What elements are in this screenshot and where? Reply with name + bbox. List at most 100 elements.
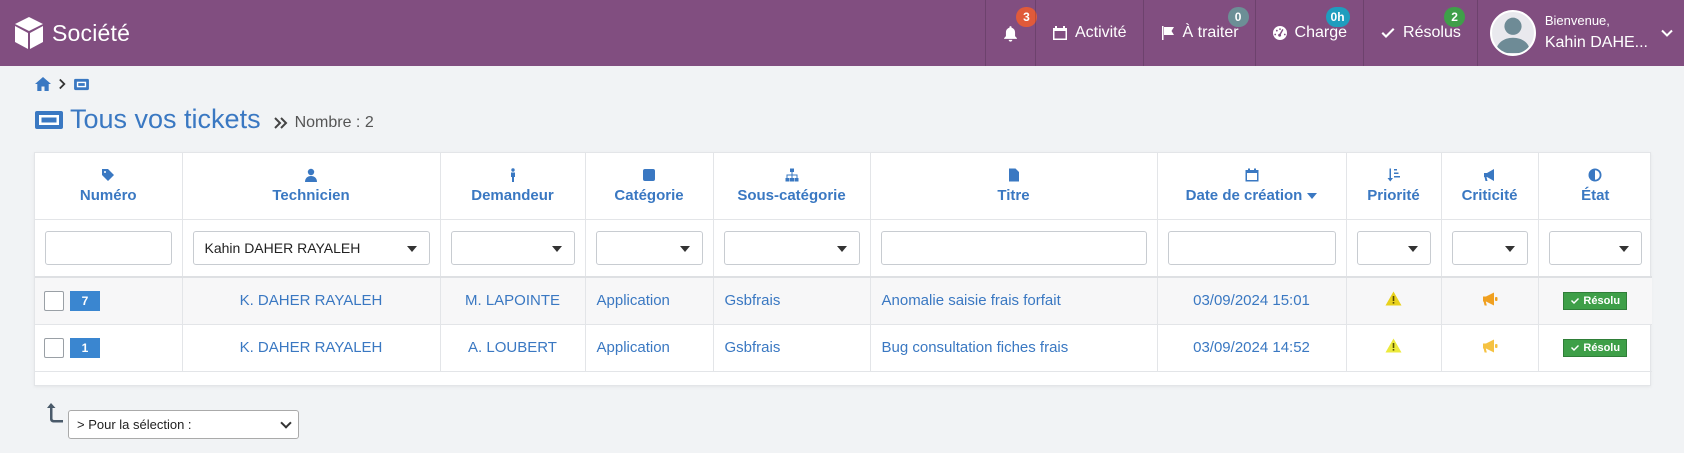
col-etat-label: État: [1581, 186, 1610, 204]
table-row[interactable]: 1 K. DAHER RAYALEH A. LOUBERT Applicatio…: [35, 324, 1652, 372]
table-row[interactable]: 7 K. DAHER RAYALEH M. LAPOINTE Applicati…: [35, 277, 1652, 325]
user-avatar-icon: [1495, 17, 1531, 53]
nav-activite[interactable]: Activité: [1034, 0, 1143, 66]
status-badge: Résolu: [1563, 291, 1628, 310]
bullhorn-icon: [1482, 292, 1497, 306]
col-criticite[interactable]: Criticité: [1441, 153, 1539, 220]
user-greeting: Bienvenue,: [1544, 13, 1610, 29]
user-icon: [305, 168, 317, 182]
person-icon: [510, 168, 515, 182]
col-technicien-label: Technicien: [272, 186, 350, 204]
nav-charge[interactable]: Charge 0h: [1254, 0, 1363, 66]
check-icon: [1381, 28, 1395, 38]
bulk-actions: > Pour la sélection :: [46, 402, 299, 439]
filter-row: Kahin DAHER RAYALEH: [35, 219, 1652, 278]
cell-demandeur[interactable]: M. LAPOINTE: [440, 277, 586, 325]
resolus-badge: 2: [1444, 7, 1466, 27]
bulk-action-select[interactable]: > Pour la sélection :: [68, 410, 299, 439]
chevron-right-icon: [59, 78, 66, 90]
col-demandeur[interactable]: Demandeur: [440, 153, 586, 220]
filter-priorite-select[interactable]: [1356, 230, 1431, 265]
filter-criticite-select[interactable]: [1451, 230, 1528, 265]
cell-sous-categorie[interactable]: Gsbfrais: [713, 324, 871, 372]
chevron-down-icon: [1661, 29, 1673, 37]
avatar: [1489, 10, 1536, 56]
cell-date[interactable]: 03/09/2024 15:01: [1157, 277, 1347, 325]
nav-a-traiter-label: À traiter: [1182, 24, 1239, 41]
status-label: Résolu: [1583, 341, 1621, 354]
tag-icon: [102, 168, 115, 181]
col-date-creation-label: Date de création: [1185, 186, 1303, 204]
bullhorn-icon: [1482, 339, 1497, 352]
notifications-button[interactable]: 3: [984, 0, 1037, 66]
calendar-icon: [1052, 26, 1067, 40]
col-sous-categorie-label: Sous-catégorie: [737, 186, 846, 204]
ticket-number[interactable]: 1: [70, 337, 100, 358]
sitemap-icon: [785, 168, 798, 182]
ticket-count: Nombre : 2: [294, 114, 374, 131]
notifications-badge: 3: [1015, 7, 1037, 27]
col-titre-label: Titre: [997, 186, 1030, 204]
col-technicien[interactable]: Technicien: [182, 153, 441, 220]
row-checkbox[interactable]: [44, 337, 64, 358]
col-titre[interactable]: Titre: [870, 153, 1158, 220]
user-name: Kahin DAHE...: [1544, 33, 1648, 51]
filter-technicien-select[interactable]: Kahin DAHER RAYALEH: [192, 230, 430, 265]
col-numero-label: Numéro: [79, 186, 137, 204]
a-traiter-badge: 0: [1227, 7, 1249, 27]
sort-amount-icon: [1387, 168, 1400, 182]
filter-numero-input[interactable]: [45, 230, 172, 265]
filter-titre-input[interactable]: [880, 230, 1147, 265]
check-icon: [1571, 344, 1580, 351]
nav-resolus[interactable]: Résolus 2: [1363, 0, 1477, 66]
cell-date[interactable]: 03/09/2024 14:52: [1157, 324, 1347, 372]
col-numero[interactable]: Numéro: [35, 153, 183, 220]
col-categorie[interactable]: Catégorie: [585, 153, 714, 220]
cell-titre[interactable]: Bug consultation fiches frais: [870, 324, 1158, 372]
warning-icon: [1385, 338, 1402, 353]
tickets-panel: Numéro Technicien Demandeur Catégorie So…: [34, 152, 1652, 386]
col-priorite-label: Priorité: [1367, 186, 1420, 204]
brand-name: Société: [52, 19, 131, 46]
filter-etat-select[interactable]: [1548, 230, 1642, 265]
ticket-number[interactable]: 7: [70, 290, 100, 311]
cell-categorie[interactable]: Application: [585, 277, 714, 325]
double-chevron-right-icon: [273, 116, 287, 129]
brand[interactable]: Société: [0, 0, 130, 66]
box-logo-icon: [15, 17, 43, 49]
page-title: Tous vos tickets: [70, 104, 261, 134]
bell-icon: [1004, 25, 1017, 42]
page-header: Tous vos tickets Nombre : 2: [34, 104, 374, 135]
filter-categorie-select[interactable]: [595, 230, 703, 265]
filter-date-input[interactable]: [1167, 230, 1336, 265]
square-icon: [643, 168, 655, 181]
user-menu[interactable]: Bienvenue, Kahin DAHE...: [1476, 0, 1684, 66]
charge-badge: 0h: [1325, 7, 1350, 27]
warning-icon: [1385, 291, 1402, 306]
col-date-creation[interactable]: Date de création: [1157, 153, 1347, 220]
cell-technicien[interactable]: K. DAHER RAYALEH: [182, 324, 441, 372]
ticket-icon: [35, 110, 63, 129]
row-checkbox[interactable]: [44, 290, 64, 311]
sort-desc-icon: [1307, 192, 1318, 199]
gauge-icon: [1272, 26, 1287, 40]
cell-technicien[interactable]: K. DAHER RAYALEH: [182, 277, 441, 325]
col-demandeur-label: Demandeur: [471, 186, 554, 204]
status-label: Résolu: [1583, 294, 1621, 307]
cell-sous-categorie[interactable]: Gsbfrais: [713, 277, 871, 325]
flag-icon: [1161, 26, 1174, 40]
home-icon[interactable]: [34, 76, 52, 92]
nav-a-traiter[interactable]: À traiter 0: [1142, 0, 1255, 66]
filter-sous-categorie-select[interactable]: [723, 230, 860, 265]
file-icon: [1008, 168, 1019, 182]
cell-titre[interactable]: Anomalie saisie frais forfait: [870, 277, 1158, 325]
col-sous-categorie[interactable]: Sous-catégorie: [713, 153, 871, 220]
top-navbar: Société 3 Activité À traiter 0 Charge 0h…: [0, 0, 1684, 66]
filter-demandeur-select[interactable]: [450, 230, 575, 265]
calendar-icon: [1245, 168, 1258, 182]
col-etat[interactable]: État: [1538, 153, 1652, 220]
ticket-icon[interactable]: [73, 78, 90, 91]
cell-demandeur[interactable]: A. LOUBERT: [440, 324, 586, 372]
cell-categorie[interactable]: Application: [585, 324, 714, 372]
col-priorite[interactable]: Priorité: [1346, 153, 1442, 220]
